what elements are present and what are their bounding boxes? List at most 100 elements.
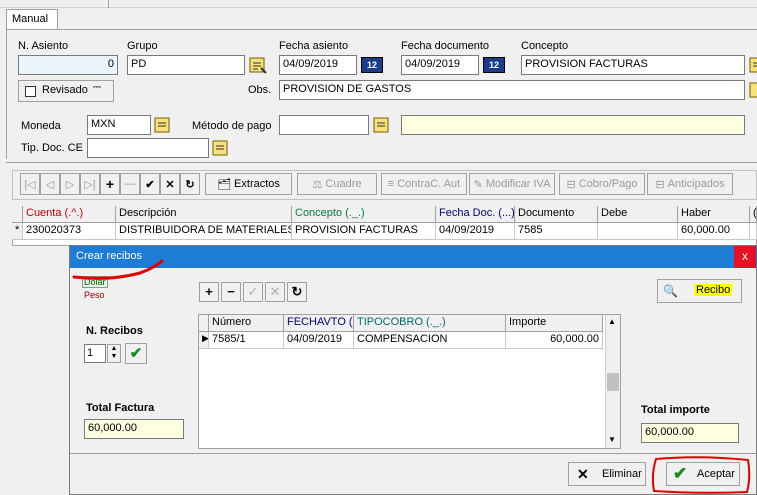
dialog-remove-icon[interactable]: − xyxy=(221,282,241,302)
grupo-picker-icon[interactable] xyxy=(249,56,267,74)
grid-cell-debe[interactable] xyxy=(598,223,678,240)
recibos-scrollbar[interactable]: ▲ ▼ xyxy=(605,315,620,448)
grid-cell-descripcion[interactable]: DISTRIBUIDORA DE MATERIALES xyxy=(116,223,292,240)
metodo-pago-label: Método de pago xyxy=(192,120,272,132)
extractos-icon: 🗂 xyxy=(217,178,232,191)
recibo-label: Recibo xyxy=(694,284,733,296)
grid-cell-cuenta[interactable]: 230020373 xyxy=(23,223,116,240)
cobro-pago-label: Cobro/Pago xyxy=(578,178,638,190)
concepto-picker-icon[interactable] xyxy=(749,56,757,74)
recibos-cell-importe[interactable]: 60,000.00 xyxy=(506,332,603,349)
concepto-field[interactable]: PROVISION FACTURAS xyxy=(521,55,745,75)
n-recibos-field[interactable]: 1 xyxy=(84,344,106,363)
dialog-add-icon[interactable]: + xyxy=(199,282,219,302)
moneda-picker-icon[interactable] xyxy=(154,116,172,134)
metodo-pago-field[interactable] xyxy=(279,115,369,135)
modificar-iva-button[interactable]: ✎ Modificar IVA xyxy=(469,173,555,195)
total-factura-label: Total Factura xyxy=(86,402,155,414)
grid-header-descripcion[interactable]: Descripción xyxy=(116,206,292,223)
cuadre-button[interactable]: ⚖ Cuadre xyxy=(297,173,377,195)
grid-header-indicator xyxy=(12,206,23,223)
check-icon[interactable]: ✔ xyxy=(140,173,160,195)
refresh-icon[interactable]: ↻ xyxy=(180,173,200,195)
recibos-header-importe[interactable]: Importe xyxy=(506,315,603,332)
grid-cell-extra[interactable] xyxy=(750,223,757,240)
anticipados-button[interactable]: ⊟ Anticipados xyxy=(647,173,733,195)
recibos-header-numero[interactable]: Número xyxy=(209,315,284,332)
n-asiento-field[interactable]: 0 xyxy=(18,55,118,75)
recibos-header-fechavto[interactable]: FECHAVTO (. xyxy=(284,315,354,332)
fecha-asiento-field[interactable]: 04/09/2019 xyxy=(279,55,357,75)
grid-cell-fecha[interactable]: 04/09/2019 xyxy=(436,223,515,240)
recibos-header-tipocobro[interactable]: TIPOCOBRO (._.) xyxy=(354,315,506,332)
scroll-thumb[interactable] xyxy=(607,373,619,391)
remove-icon[interactable]: — xyxy=(120,173,140,195)
moneda-field[interactable]: MXN xyxy=(87,115,151,135)
currency-peso[interactable]: Peso xyxy=(84,290,105,300)
annotation-underline xyxy=(72,259,164,280)
nav-next-button[interactable]: ▷ xyxy=(60,173,80,195)
revisado-box[interactable]: Revisado ⎓ xyxy=(18,80,114,102)
cancel-icon[interactable]: ✕ xyxy=(160,173,180,195)
grid-header-haber[interactable]: Haber xyxy=(678,206,750,223)
dialog-title-bar[interactable]: Crear recibos xyxy=(70,246,757,268)
total-factura-field: 60,000.00 xyxy=(84,419,184,439)
grid-cell-documento[interactable]: 7585 xyxy=(515,223,598,240)
eliminar-button[interactable]: ✕ Eliminar xyxy=(568,462,646,486)
grid-header-concepto[interactable]: Concepto (._.) xyxy=(292,206,436,223)
recibos-cell-numero[interactable]: 7585/1 xyxy=(209,332,284,349)
n-recibos-spinner[interactable]: ▲ ▼ xyxy=(107,344,121,363)
top-divider xyxy=(108,0,109,8)
fecha-documento-calendar-icon[interactable]: 12 xyxy=(483,57,505,73)
tip-doc-field[interactable] xyxy=(87,138,209,158)
grid-cell-concepto[interactable]: PROVISION FACTURAS xyxy=(292,223,436,240)
obs-picker-icon[interactable] xyxy=(749,81,757,99)
concepto-label: Concepto xyxy=(521,40,569,52)
nav-last-button[interactable]: ▷| xyxy=(80,173,100,195)
grid-cell-haber[interactable]: 60,000.00 xyxy=(678,223,750,240)
recibos-cell-fecha[interactable]: 04/09/2019 xyxy=(284,332,354,349)
contrac-button[interactable]: ≡ ContraC. Aut xyxy=(381,173,467,195)
cuadre-label: Cuadre xyxy=(325,178,362,190)
dialog-check-icon[interactable]: ✓ xyxy=(243,282,263,302)
recibos-header-indicator xyxy=(199,315,209,332)
fecha-documento-field[interactable]: 04/09/2019 xyxy=(401,55,479,75)
grupo-field[interactable]: PD xyxy=(127,55,245,75)
eliminar-icon: ✕ xyxy=(577,466,589,482)
fecha-documento-label: Fecha documento xyxy=(401,40,490,52)
eliminar-label: Eliminar xyxy=(602,468,642,480)
metodo-pago-description xyxy=(401,115,745,135)
extractos-button[interactable]: 🗂 Extractos xyxy=(205,173,292,195)
recibos-cell-tipo[interactable]: COMPENSACION xyxy=(354,332,506,349)
recibo-icon: 🔍 xyxy=(663,284,678,298)
tab-manual[interactable]: Manual xyxy=(6,9,58,29)
revisado-checkbox[interactable] xyxy=(25,86,36,97)
recibo-button[interactable]: 🔍 Recibo xyxy=(657,279,742,303)
grid-header-documento[interactable]: Documento xyxy=(515,206,598,223)
scroll-up-icon[interactable]: ▲ xyxy=(608,317,616,326)
fecha-asiento-calendar-icon[interactable]: 12 xyxy=(361,57,383,73)
modificar-iva-icon: ✎ xyxy=(473,178,483,191)
total-importe-label: Total importe xyxy=(641,404,710,416)
tip-doc-picker-icon[interactable] xyxy=(212,139,230,157)
revisado-toggle-icon: ⎓ xyxy=(93,82,101,93)
recibos-row-marker: ▶ xyxy=(199,332,209,349)
cobro-pago-button[interactable]: ⊟ Cobro/Pago xyxy=(559,173,645,195)
grid-header-cuenta[interactable]: Cuenta (.^.) xyxy=(23,206,116,223)
scroll-down-icon[interactable]: ▼ xyxy=(608,435,616,444)
obs-field[interactable]: PROVISION DE GASTOS xyxy=(279,80,745,100)
total-importe-field: 60,000.00 xyxy=(641,423,739,443)
dialog-refresh-icon[interactable]: ↻ xyxy=(287,282,307,302)
dialog-cancel-icon[interactable]: ✕ xyxy=(265,282,285,302)
add-icon[interactable]: + xyxy=(100,173,120,195)
nav-first-button[interactable]: |◁ xyxy=(20,173,40,195)
grid-header-extra[interactable]: ( xyxy=(750,206,757,223)
nav-prev-button[interactable]: ◁ xyxy=(40,173,60,195)
revisado-label: Revisado xyxy=(42,84,88,96)
grid-header-debe[interactable]: Debe xyxy=(598,206,678,223)
close-icon[interactable]: x xyxy=(734,246,756,268)
n-recibos-apply-button[interactable]: ✔ xyxy=(125,343,147,364)
grid-header-fecha[interactable]: Fecha Doc. (...) xyxy=(436,206,515,223)
contrac-label: ContraC. Aut xyxy=(397,178,461,190)
metodo-pago-picker-icon[interactable] xyxy=(373,116,391,134)
